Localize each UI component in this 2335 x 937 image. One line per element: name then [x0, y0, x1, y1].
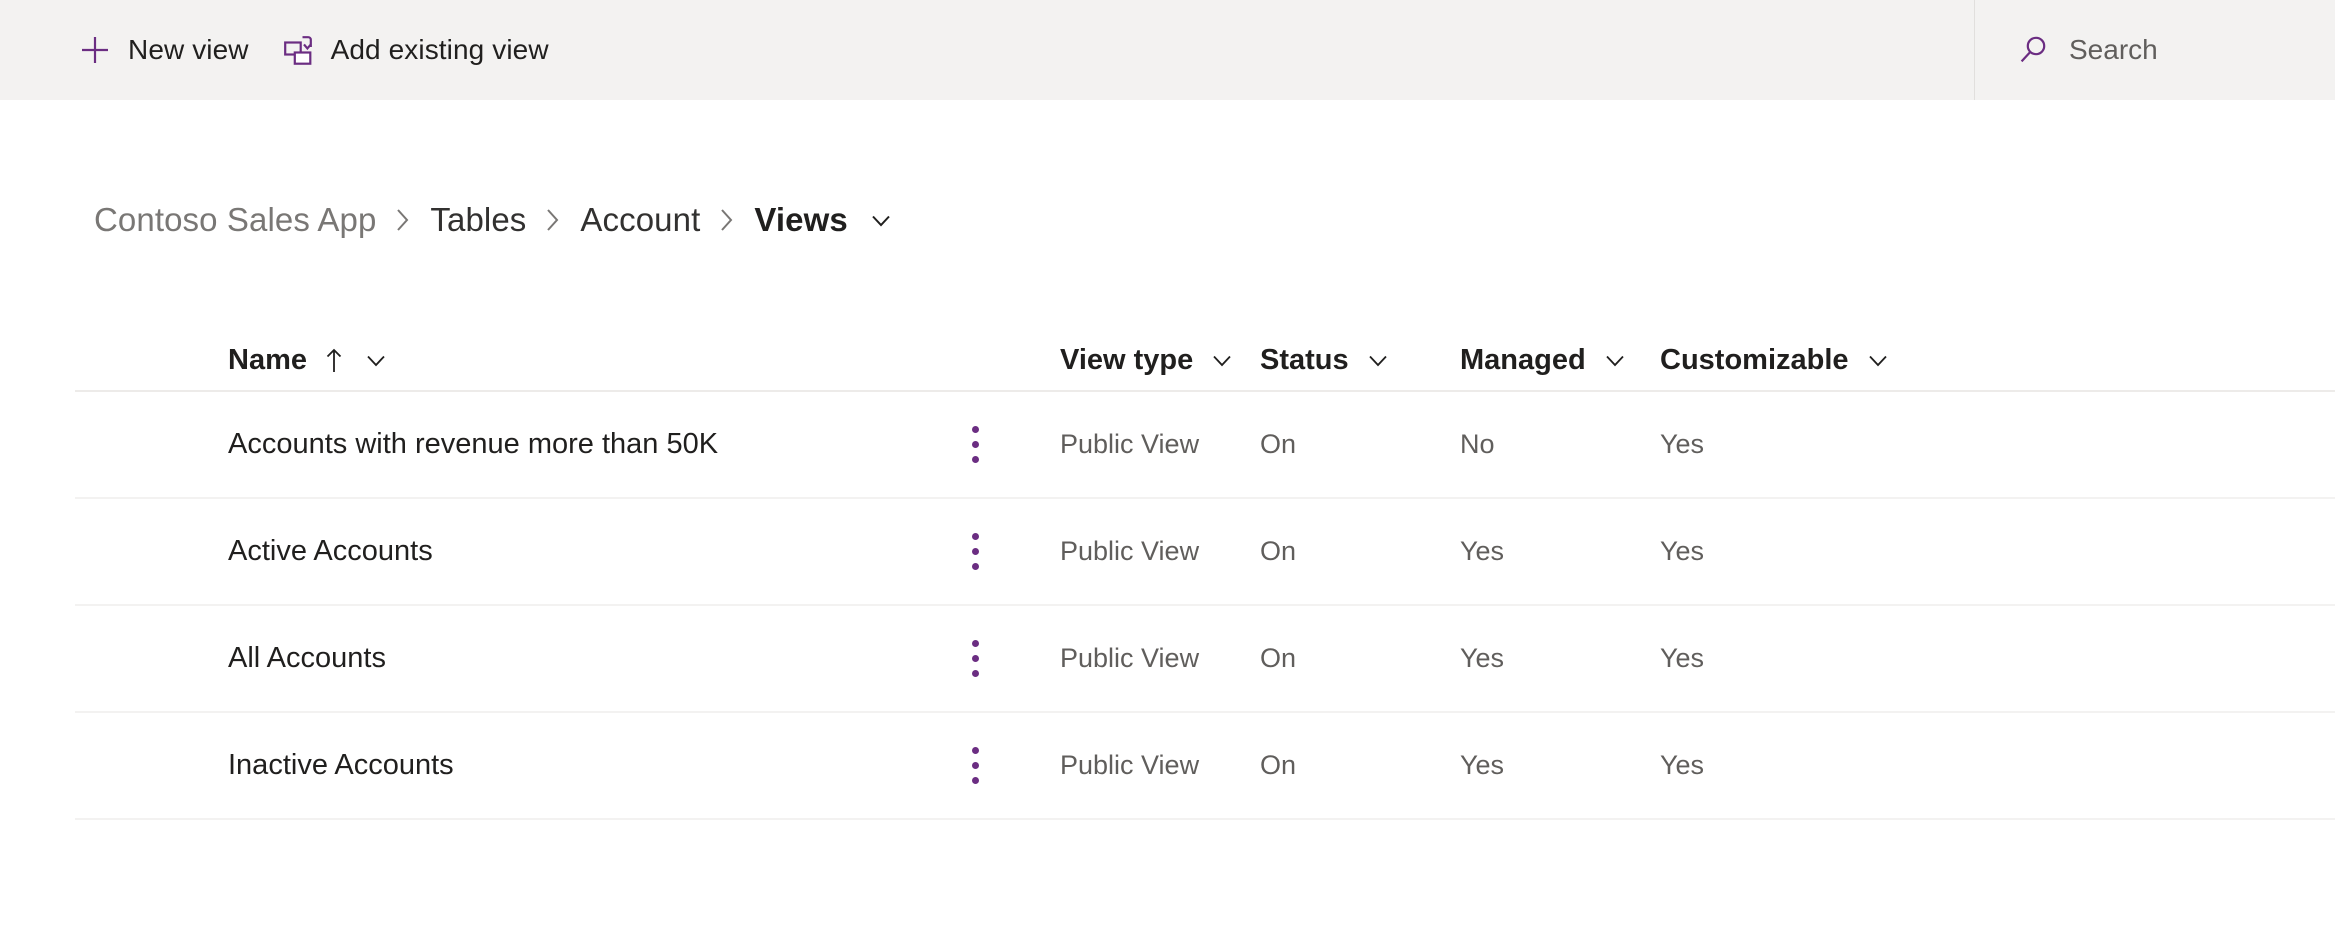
customizable-text: Yes — [1660, 750, 1705, 780]
breadcrumb-separator — [716, 205, 738, 235]
breadcrumb: Contoso Sales App Tables Account Views — [94, 196, 896, 244]
cell-managed: Yes — [1460, 536, 1660, 567]
column-header-managed[interactable]: Managed — [1460, 344, 1660, 377]
cell-status: On — [1260, 429, 1460, 460]
table-row[interactable]: All Accounts Public View On Yes Yes — [75, 606, 2335, 713]
add-existing-view-label: Add existing view — [330, 34, 549, 65]
new-view-label: New view — [128, 34, 249, 65]
managed-text: Yes — [1460, 536, 1505, 566]
column-header-status[interactable]: Status — [1260, 344, 1460, 377]
more-vertical-icon[interactable] — [955, 630, 995, 688]
chevron-down-icon[interactable] — [1863, 345, 1893, 375]
column-header-viewtype-label: View type — [1060, 343, 1194, 376]
viewtype-text: Public View — [1060, 643, 1200, 673]
plus-icon — [78, 33, 112, 67]
cell-customizable: Yes — [1660, 643, 2060, 674]
column-header-name-label: Name — [228, 343, 307, 376]
chevron-down-icon[interactable] — [361, 345, 391, 375]
cell-viewtype: Public View — [1060, 536, 1260, 567]
add-existing-view-icon — [281, 33, 315, 67]
more-vertical-icon[interactable] — [955, 737, 995, 795]
cell-status: On — [1260, 643, 1460, 674]
view-name-text: Active Accounts — [228, 535, 433, 567]
row-menu-button[interactable] — [955, 737, 1060, 795]
breadcrumb-separator — [392, 205, 414, 235]
cell-name: Active Accounts — [75, 535, 955, 568]
viewtype-text: Public View — [1060, 429, 1200, 459]
cell-name: Accounts with revenue more than 50K — [75, 428, 955, 461]
grid-header-row: Name View type Status Managed Customizab… — [75, 330, 2335, 392]
customizable-text: Yes — [1660, 643, 1705, 673]
more-vertical-icon[interactable] — [955, 523, 995, 581]
arrow-up-icon — [321, 345, 347, 375]
table-row[interactable]: Active Accounts Public View On Yes Yes — [75, 499, 2335, 606]
cell-viewtype: Public View — [1060, 643, 1260, 674]
column-header-managed-label: Managed — [1460, 343, 1586, 376]
new-view-button[interactable]: New view — [62, 19, 265, 81]
row-menu-button[interactable] — [955, 523, 1060, 581]
row-menu-button[interactable] — [955, 630, 1060, 688]
managed-text: Yes — [1460, 750, 1505, 780]
search-placeholder: Search — [2069, 34, 2158, 65]
column-header-customizable-label: Customizable — [1660, 343, 1849, 376]
chevron-down-icon[interactable] — [1207, 345, 1237, 375]
cell-customizable: Yes — [1660, 750, 2060, 781]
customizable-text: Yes — [1660, 536, 1705, 566]
command-bar: New view Add existing view Search — [0, 0, 2335, 100]
cell-name: All Accounts — [75, 642, 955, 675]
chevron-down-icon[interactable] — [1363, 345, 1393, 375]
add-existing-view-button[interactable]: Add existing view — [265, 19, 565, 81]
managed-text: Yes — [1460, 643, 1505, 673]
column-header-status-label: Status — [1260, 343, 1349, 376]
cell-customizable: Yes — [1660, 536, 2060, 567]
chevron-down-icon[interactable] — [866, 205, 896, 235]
cell-viewtype: Public View — [1060, 750, 1260, 781]
cell-viewtype: Public View — [1060, 429, 1260, 460]
managed-text: No — [1460, 429, 1495, 459]
cell-managed: Yes — [1460, 643, 1660, 674]
view-name-text: Inactive Accounts — [228, 749, 454, 781]
customizable-text: Yes — [1660, 429, 1705, 459]
status-text: On — [1260, 429, 1297, 459]
view-name-text: All Accounts — [228, 642, 386, 674]
breadcrumb-item-app[interactable]: Contoso Sales App — [94, 201, 376, 239]
status-text: On — [1260, 643, 1297, 673]
search-input[interactable]: Search — [1975, 0, 2335, 100]
column-header-viewtype[interactable]: View type — [1060, 344, 1260, 377]
cell-managed: No — [1460, 429, 1660, 460]
table-row[interactable]: Inactive Accounts Public View On Yes Yes — [75, 713, 2335, 820]
more-vertical-icon[interactable] — [955, 416, 995, 474]
cell-customizable: Yes — [1660, 429, 2060, 460]
breadcrumb-item-tables[interactable]: Tables — [430, 201, 526, 239]
breadcrumb-item-views: Views — [754, 201, 848, 238]
table-row[interactable]: Accounts with revenue more than 50K Publ… — [75, 392, 2335, 499]
cell-status: On — [1260, 536, 1460, 567]
command-bar-actions: New view Add existing view — [0, 0, 565, 100]
chevron-down-icon[interactable] — [1600, 345, 1630, 375]
cell-status: On — [1260, 750, 1460, 781]
view-name-text: Accounts with revenue more than 50K — [228, 428, 719, 460]
search-icon — [2017, 33, 2051, 67]
status-text: On — [1260, 750, 1297, 780]
row-menu-button[interactable] — [955, 416, 1060, 474]
views-grid: Name View type Status Managed Customizab… — [75, 330, 2335, 820]
cell-name: Inactive Accounts — [75, 749, 955, 782]
column-header-name[interactable]: Name — [75, 344, 955, 377]
breadcrumb-item-account[interactable]: Account — [580, 201, 700, 239]
viewtype-text: Public View — [1060, 536, 1200, 566]
status-text: On — [1260, 536, 1297, 566]
breadcrumb-separator — [542, 205, 564, 235]
viewtype-text: Public View — [1060, 750, 1200, 780]
column-header-customizable[interactable]: Customizable — [1660, 344, 2060, 377]
cell-managed: Yes — [1460, 750, 1660, 781]
